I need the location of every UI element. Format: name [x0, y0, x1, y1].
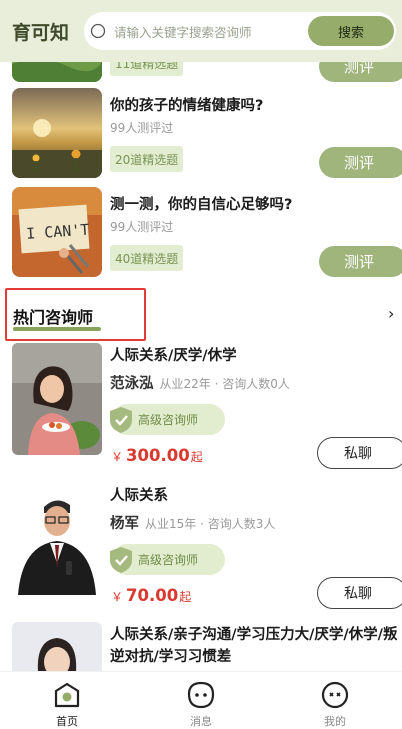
test-title: 你的孩子的情绪健康吗?: [110, 98, 264, 114]
consultant-tags: 人际关系/亲子沟通/学习压力大/厌学/休学/叛逆对抗/学习习惯差: [110, 627, 398, 665]
consultant-photo: [12, 343, 102, 455]
private-chat-button[interactable]: 私聊: [317, 437, 402, 469]
question-count-tag: 11道精选题: [110, 62, 184, 76]
top-header: 育可知 请输入关键字搜索咨询师 搜索: [0, 0, 402, 62]
profile-icon: [321, 681, 349, 709]
shield-check-icon: [110, 547, 132, 573]
section-underline: [13, 327, 101, 331]
tab-profile[interactable]: 我的: [268, 672, 402, 729]
test-thumbnail-landscape: [12, 62, 102, 82]
evaluate-button[interactable]: 测评: [319, 246, 402, 277]
home-icon: [54, 682, 80, 708]
consultant-name: 范泳泓: [110, 376, 154, 392]
search-icon: [90, 23, 106, 39]
consultant-tags: 人际关系: [110, 488, 168, 504]
search-input[interactable]: 请输入关键字搜索咨询师: [114, 22, 252, 41]
level-label: 高级咨询师: [138, 413, 199, 427]
private-chat-button[interactable]: 私聊: [317, 577, 402, 609]
consultant-info-row: 范泳泓 从业22年 · 咨询人数0人: [110, 372, 290, 393]
test-participant-count: 99人测评过: [110, 220, 174, 234]
test-thumbnail-sunset: [12, 88, 102, 178]
search-box[interactable]: 请输入关键字搜索咨询师 搜索: [84, 12, 396, 50]
consultant-info-row: 杨军 从业15年 · 咨询人数3人: [110, 512, 275, 533]
main-content[interactable]: 11道精选题 测评 你的孩子的情绪健康吗? 99人测评过 20道精选题 测评 I…: [0, 62, 402, 671]
test-item[interactable]: 你的孩子的情绪健康吗? 99人测评过 20道精选题 测评: [0, 88, 402, 180]
tab-label: 消息: [190, 715, 212, 728]
price: ￥ 70.00 起: [111, 586, 191, 605]
test-item[interactable]: 11道精选题 测评: [0, 62, 402, 84]
consultant-meta: 从业22年 · 咨询人数0人: [159, 377, 290, 391]
tab-home[interactable]: 首页: [0, 672, 134, 729]
test-title: 测一测，你的自信心足够吗?: [110, 197, 293, 213]
tab-label: 我的: [324, 715, 346, 728]
test-participant-count: 99人测评过: [110, 121, 174, 135]
test-thumbnail-i-cant: I CAN'T: [12, 187, 102, 277]
level-badge: 高级咨询师: [110, 544, 225, 575]
price-amount: 70.00: [126, 586, 179, 605]
consultant-name: 杨军: [110, 516, 139, 532]
search-button[interactable]: 搜索: [308, 16, 394, 46]
currency-symbol: ￥: [111, 450, 124, 464]
question-count-tag: 20道精选题: [110, 146, 184, 172]
level-label: 高级咨询师: [138, 553, 199, 567]
app-brand: 育可知: [12, 21, 70, 44]
consultant-photo: [12, 483, 102, 595]
price-suffix: 起: [179, 590, 192, 604]
message-icon: [187, 681, 215, 709]
tab-messages[interactable]: 消息: [134, 672, 268, 729]
evaluate-button[interactable]: 测评: [319, 62, 402, 82]
chevron-right-icon[interactable]: ›: [388, 304, 394, 323]
hot-consultants-header[interactable]: 热门咨询师 ›: [0, 286, 402, 342]
question-count-tag: 40道精选题: [110, 245, 184, 271]
consultant-meta: 从业15年 · 咨询人数3人: [145, 517, 276, 531]
evaluate-button[interactable]: 测评: [319, 147, 402, 178]
bottom-tab-bar: 首页 消息 我的: [0, 671, 402, 729]
section-title: 热门咨询师: [13, 308, 94, 327]
currency-symbol: ￥: [111, 590, 124, 604]
consultant-tags: 人际关系/厌学/休学: [110, 348, 237, 364]
consultant-card[interactable]: 人际关系/厌学/休学 范泳泓 从业22年 · 咨询人数0人 高级咨询师 ￥ 30…: [0, 343, 402, 478]
test-item[interactable]: I CAN'T 测一测，你的自信心足够吗? 99人测评过 40道精选题 测评: [0, 187, 402, 279]
consultant-card[interactable]: 人际关系 杨军 从业15年 · 咨询人数3人 高级咨询师 ￥ 70.00 起 私…: [0, 483, 402, 618]
shield-check-icon: [110, 407, 132, 433]
price-suffix: 起: [190, 450, 203, 464]
tab-label: 首页: [56, 715, 78, 728]
consultant-photo: [12, 622, 102, 671]
price-amount: 300.00: [126, 446, 190, 465]
price: ￥ 300.00 起: [111, 446, 203, 465]
consultant-card[interactable]: 人际关系/亲子沟通/学习压力大/厌学/休学/叛逆对抗/学习习惯差: [0, 622, 402, 671]
level-badge: 高级咨询师: [110, 404, 225, 435]
